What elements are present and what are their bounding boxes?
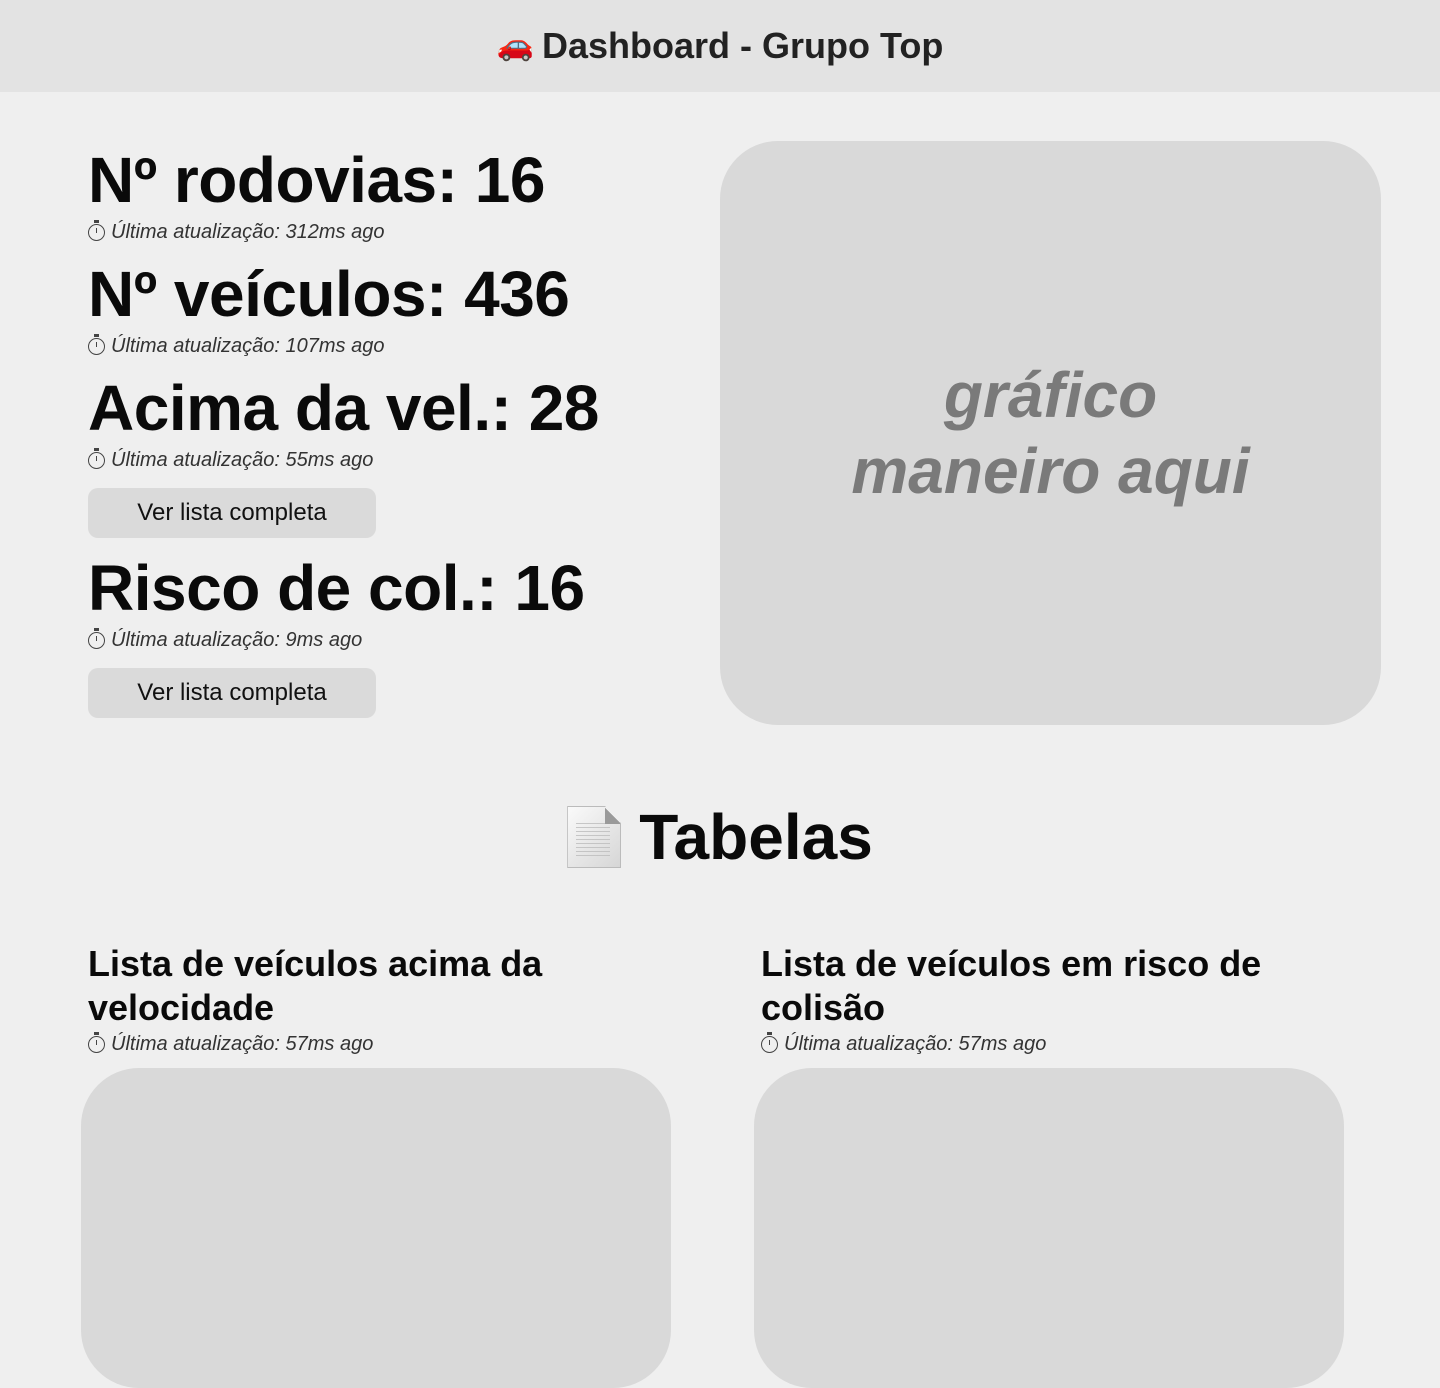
stat-acima-velocidade: Acima da vel.: 28 Última atualização: 55… — [88, 368, 688, 538]
document-icon — [567, 806, 622, 868]
updated-text: Última atualização: 55ms ago — [111, 449, 374, 471]
ver-lista-acima-velocidade-button[interactable]: Ver lista completa — [88, 488, 376, 538]
table-header-acima-velocidade: Lista de veículos acima da velocidade Úl… — [88, 942, 648, 1056]
stats-panel: Nº rodovias: 16 Última atualização: 312m… — [88, 140, 688, 728]
stat-veiculos-label: Nº veículos: 436 — [88, 258, 570, 330]
updated-text: Última atualização: 107ms ago — [111, 335, 385, 357]
table-updated-acima-velocidade: Última atualização: 57ms ago — [88, 1031, 648, 1056]
stopwatch-icon — [88, 627, 105, 649]
stat-rodovias: Nº rodovias: 16 Última atualização: 312m… — [88, 140, 688, 244]
updated-text: Última atualização: 57ms ago — [784, 1033, 1047, 1055]
updated-text: Última atualização: 57ms ago — [111, 1033, 374, 1055]
stopwatch-icon — [88, 447, 105, 469]
table-title-acima-velocidade: Lista de veículos acima da velocidade — [88, 943, 543, 1028]
table-panel-risco-colisao[interactable] — [754, 1068, 1344, 1388]
app-header: 🚗 Dashboard - Grupo Top — [0, 0, 1440, 92]
updated-text: Última atualização: 9ms ago — [111, 629, 363, 651]
tables-section-title: Tabelas — [639, 801, 873, 873]
chart-placeholder-line2: maneiro aqui — [851, 435, 1250, 507]
ver-lista-risco-colisao-button[interactable]: Ver lista completa — [88, 668, 376, 718]
table-panel-acima-velocidade[interactable] — [81, 1068, 671, 1388]
stopwatch-icon — [88, 1031, 105, 1053]
tables-section-heading: Tabelas — [0, 800, 1440, 874]
stat-acima-velocidade-label: Acima da vel.: 28 — [88, 372, 599, 444]
stat-risco-colisao: Risco de col.: 16 Última atualização: 9m… — [88, 548, 688, 718]
stat-rodovias-updated: Última atualização: 312ms ago — [88, 219, 688, 244]
stat-rodovias-label: Nº rodovias: 16 — [88, 144, 545, 216]
stopwatch-icon — [88, 219, 105, 241]
stat-risco-colisao-label: Risco de col.: 16 — [88, 552, 585, 624]
app-title: Dashboard - Grupo Top — [542, 25, 944, 66]
table-updated-risco-colisao: Última atualização: 57ms ago — [761, 1031, 1321, 1056]
updated-text: Última atualização: 312ms ago — [111, 221, 385, 243]
car-icon: 🚗 — [496, 29, 535, 62]
table-title-risco-colisao: Lista de veículos em risco de colisão — [761, 943, 1262, 1028]
table-header-risco-colisao: Lista de veículos em risco de colisão Úl… — [761, 942, 1321, 1056]
stopwatch-icon — [761, 1031, 778, 1053]
stat-veiculos: Nº veículos: 436 Última atualização: 107… — [88, 254, 688, 358]
stat-veiculos-updated: Última atualização: 107ms ago — [88, 333, 688, 358]
chart-placeholder-line1: gráfico — [943, 359, 1158, 431]
chart-placeholder-panel: gráfico maneiro aqui — [720, 141, 1381, 725]
stat-risco-colisao-updated: Última atualização: 9ms ago — [88, 627, 688, 652]
stat-acima-velocidade-updated: Última atualização: 55ms ago — [88, 447, 688, 472]
chart-placeholder-text: gráfico maneiro aqui — [811, 357, 1291, 509]
stopwatch-icon — [88, 333, 105, 355]
